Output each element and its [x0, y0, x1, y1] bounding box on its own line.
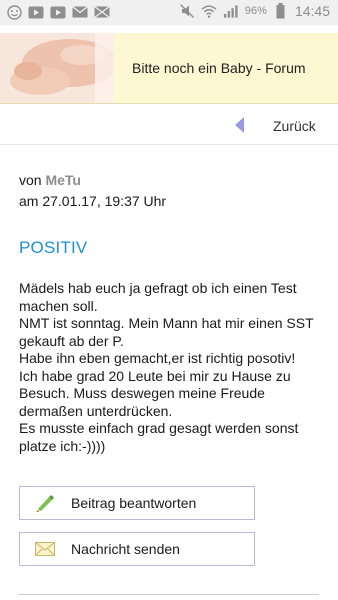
- video-icon-2: [50, 4, 66, 20]
- mute-icon: [179, 3, 195, 19]
- reply-button[interactable]: Beitrag beantworten: [19, 486, 255, 520]
- pencil-icon: [34, 494, 56, 512]
- post-body: Mädels hab euch ja gefragt ob ich einen …: [19, 280, 314, 454]
- wifi-icon: [201, 3, 217, 19]
- system-icons: 96% 14:45: [179, 3, 330, 19]
- smiley-icon: [6, 4, 22, 20]
- divider-bottom: [19, 594, 319, 595]
- author-prefix: von: [19, 172, 42, 188]
- forum-title: Bitte noch ein Baby - Forum: [132, 60, 306, 76]
- back-label[interactable]: Zurück: [273, 118, 316, 134]
- send-message-label: Nachricht senden: [71, 541, 180, 557]
- back-arrow-icon[interactable]: [233, 116, 247, 134]
- mail-closed-icon: [94, 4, 110, 20]
- baby-hand-image: [0, 33, 114, 103]
- post-date: am 27.01.17, 19:37 Uhr: [19, 193, 167, 209]
- reply-button-label: Beitrag beantworten: [71, 495, 197, 511]
- author-line: von MeTu: [19, 170, 166, 191]
- status-bar: 96% 14:45: [0, 0, 338, 25]
- mail-icon: [72, 4, 88, 20]
- back-link[interactable]: Zurück: [0, 115, 338, 137]
- clock: 14:45: [294, 3, 330, 19]
- envelope-icon: [34, 540, 56, 558]
- forum-header[interactable]: Bitte noch ein Baby - Forum: [0, 33, 338, 104]
- author-name[interactable]: MeTu: [45, 172, 81, 188]
- divider: [0, 144, 338, 145]
- video-icon: [28, 4, 44, 20]
- signal-icon: [223, 3, 239, 19]
- send-message-button[interactable]: Nachricht senden: [19, 532, 255, 566]
- post-meta: von MeTu am 27.01.17, 19:37 Uhr: [19, 170, 166, 212]
- battery-icon: [273, 3, 289, 19]
- post-title: POSITIV: [19, 238, 88, 257]
- notification-icons: [6, 4, 110, 20]
- battery-percentage: 96%: [244, 5, 267, 17]
